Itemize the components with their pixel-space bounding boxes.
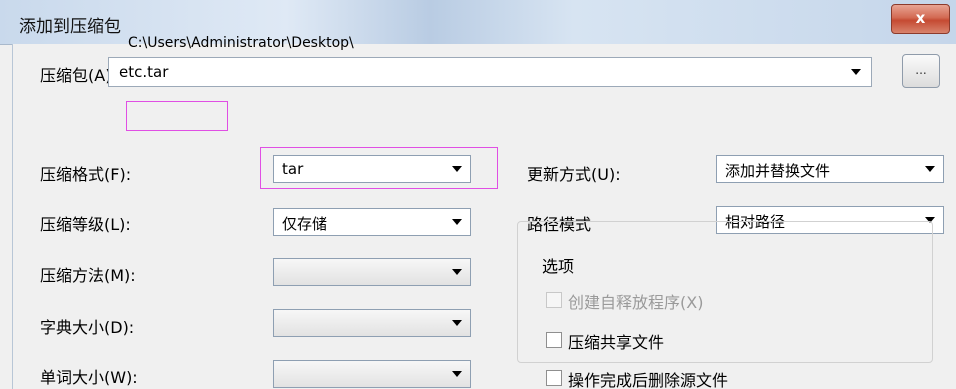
add-to-archive-dialog: 添加到压缩包 x 压缩包(A) C:\Users\Administrator\D…: [0, 0, 956, 389]
format-highlight: [260, 147, 498, 189]
update-mode-select[interactable]: 添加并替换文件: [716, 155, 944, 183]
level-label: 压缩等级(L):: [40, 215, 131, 234]
level-select[interactable]: 仅存储: [273, 208, 471, 236]
dictionary-select[interactable]: [273, 309, 471, 337]
method-label: 压缩方法(M):: [40, 266, 136, 285]
window-title: 添加到压缩包: [19, 17, 121, 37]
chevron-down-icon: [452, 320, 462, 326]
self-extract-checkbox[interactable]: [546, 292, 562, 308]
self-extract-label: 创建自释放程序(X): [568, 293, 704, 312]
delete-after-label: 操作完成后删除源文件: [568, 371, 729, 389]
archive-name-highlight: [126, 101, 228, 131]
close-button[interactable]: x: [891, 4, 950, 34]
format-label: 压缩格式(F):: [40, 165, 132, 184]
browse-button[interactable]: ...: [902, 54, 940, 88]
compress-shared-checkbox[interactable]: [546, 332, 562, 348]
chevron-down-icon: [925, 166, 935, 172]
archive-name-combobox[interactable]: etc.tar: [108, 57, 872, 87]
chevron-down-icon: [452, 269, 462, 275]
archive-folder-path: C:\Users\Administrator\Desktop\: [128, 35, 354, 51]
update-mode-label: 更新方式(U):: [527, 165, 621, 184]
compress-shared-label: 压缩共享文件: [568, 333, 665, 352]
chevron-down-icon[interactable]: [851, 69, 861, 75]
chevron-down-icon: [452, 371, 462, 377]
dictionary-label: 字典大小(D):: [40, 318, 135, 337]
chevron-down-icon: [452, 219, 462, 225]
word-size-label: 单词大小(W):: [40, 368, 138, 387]
delete-after-checkbox[interactable]: [546, 370, 562, 386]
method-select[interactable]: [273, 258, 471, 286]
archive-name-value: etc.tar: [119, 63, 169, 81]
level-value: 仅存储: [282, 215, 328, 233]
word-size-select[interactable]: [273, 360, 471, 388]
update-mode-value: 添加并替换文件: [725, 162, 831, 180]
options-group-label: 选项: [539, 253, 578, 277]
archive-label: 压缩包(A): [40, 66, 112, 85]
